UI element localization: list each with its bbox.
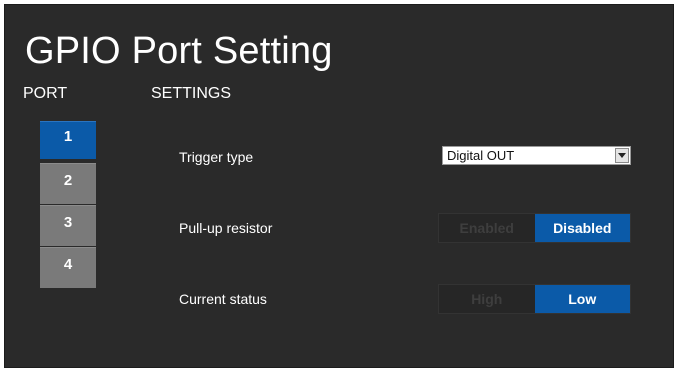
pull-up-enabled-option[interactable]: Enabled <box>439 214 535 242</box>
port-column-header: PORT <box>23 85 68 102</box>
trigger-type-value: Digital OUT <box>447 148 515 163</box>
port-list: 1 2 3 4 <box>40 121 96 289</box>
port-button-label: 2 <box>63 171 73 189</box>
pull-up-resistor-label: Pull-up resistor <box>179 220 273 236</box>
trigger-type-label: Trigger type <box>179 149 254 165</box>
port-button-label: 3 <box>63 213 73 231</box>
settings-column-header: SETTINGS <box>151 85 232 102</box>
port-button-1[interactable]: 1 <box>40 121 96 159</box>
gpio-settings-panel: GPIO Port Setting PORT SETTINGS 1 2 3 4 … <box>4 4 674 368</box>
page-title: GPIO Port Setting <box>25 30 333 72</box>
status-low-option[interactable]: Low <box>534 285 630 313</box>
current-status-label: Current status <box>179 291 267 307</box>
current-status-toggle: High Low <box>438 284 631 314</box>
trigger-type-select[interactable]: Digital OUT <box>442 146 631 165</box>
chevron-down-icon[interactable] <box>615 148 629 163</box>
port-button-label: 4 <box>63 255 73 273</box>
pull-up-disabled-option[interactable]: Disabled <box>534 214 630 242</box>
pull-up-resistor-toggle: Enabled Disabled <box>438 213 631 243</box>
port-button-3[interactable]: 3 <box>40 205 96 246</box>
status-high-option[interactable]: High <box>439 285 535 313</box>
port-button-label: 1 <box>63 128 73 145</box>
port-button-4[interactable]: 4 <box>40 247 96 288</box>
port-button-2[interactable]: 2 <box>40 163 96 204</box>
